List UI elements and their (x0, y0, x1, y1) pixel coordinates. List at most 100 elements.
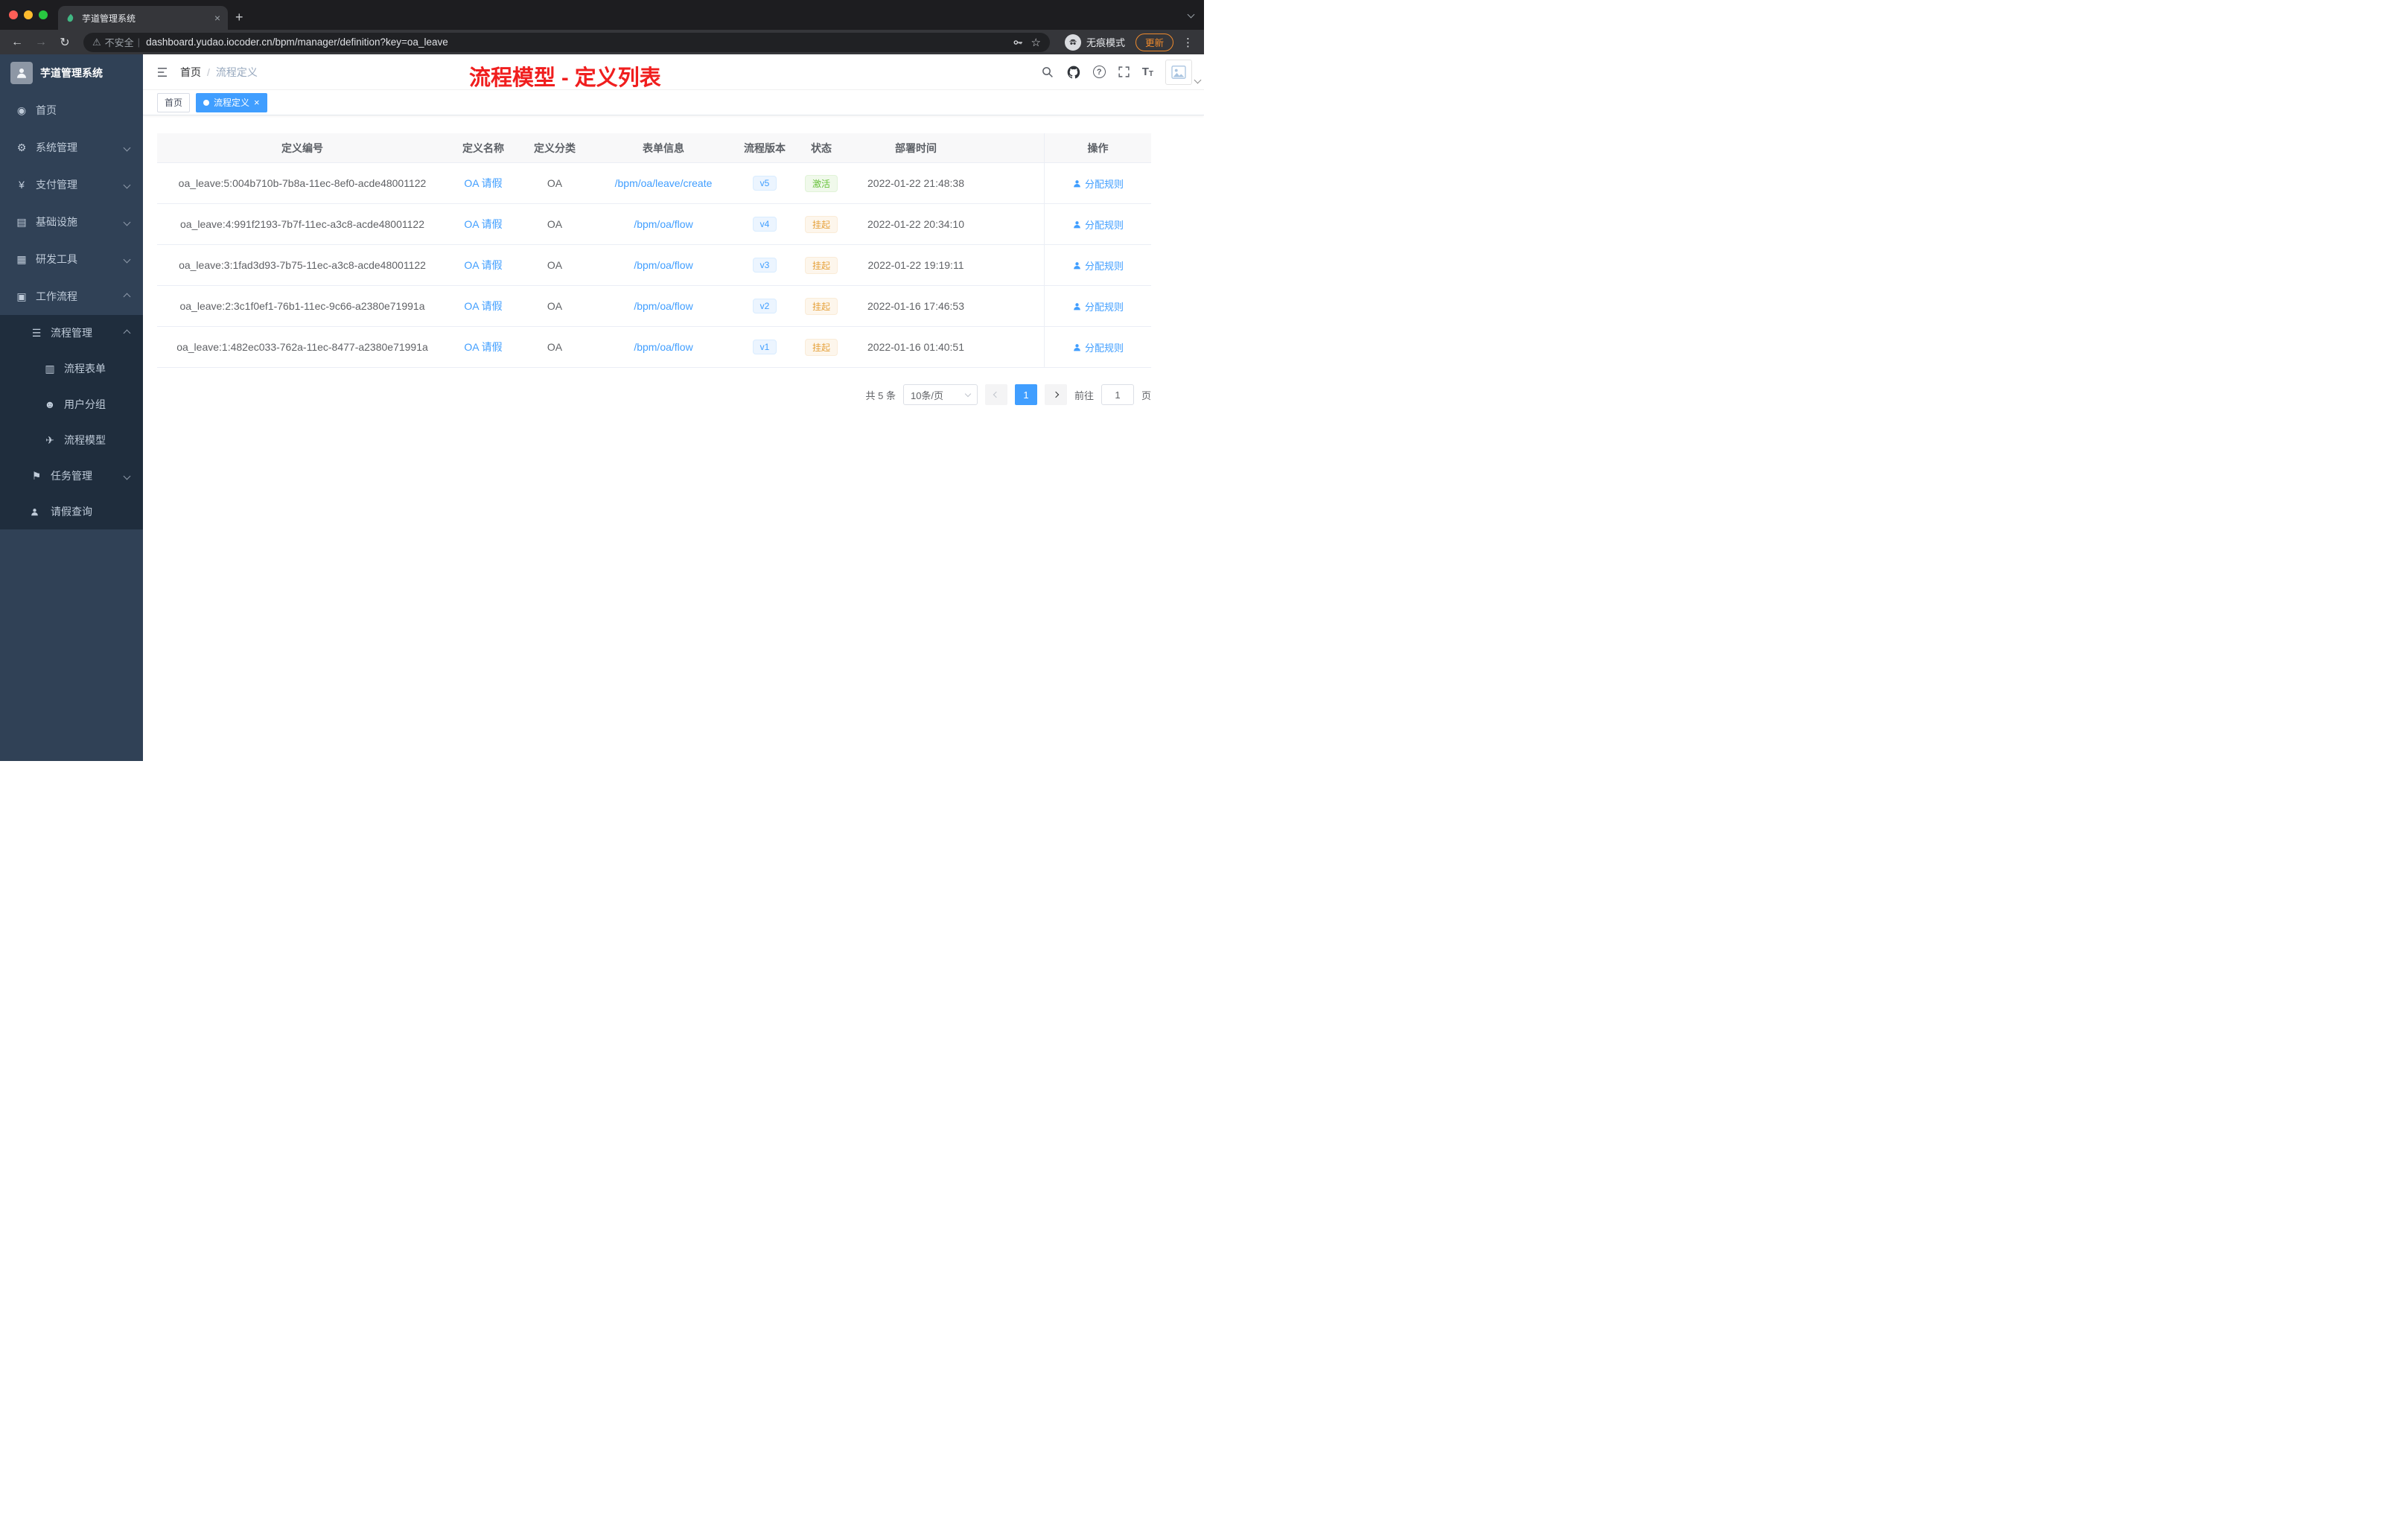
cell-form-info: /bpm/oa/flow (590, 341, 736, 353)
chevron-up-icon (123, 329, 131, 337)
back-button[interactable]: ← (7, 36, 27, 49)
chevron-down-icon (1194, 76, 1202, 83)
cell-status: 激活 (793, 174, 850, 192)
cell-version: v3 (736, 258, 793, 273)
assign-rule-link[interactable]: 分配规则 (1072, 340, 1124, 354)
breadcrumb-home[interactable]: 首页 (180, 65, 201, 80)
chevron-up-icon (123, 293, 131, 300)
document-icon: ▥ (45, 362, 55, 375)
page-content: 定义编号 定义名称 定义分类 表单信息 流程版本 状态 部署时间 操作 oa_l… (143, 115, 1204, 761)
page-1-button[interactable]: 1 (1014, 384, 1037, 405)
breadcrumb: 首页 / 流程定义 (180, 65, 258, 80)
hamburger-collapse-icon[interactable] (155, 66, 170, 79)
sidebar-item-user-group[interactable]: ☻ 用户分组 (0, 386, 143, 422)
page-size-select[interactable]: 10条/页 (902, 384, 978, 405)
screen: 芋道管理系统 × + ← → ↻ ⚠ 不安全 | dashboard.yudao… (0, 0, 1204, 761)
list-icon: ☰ (31, 326, 42, 339)
user-avatar[interactable] (1165, 59, 1202, 85)
app-header: 首页 / 流程定义 流程模型 - 定义列表 ? T T (143, 54, 1204, 90)
browser-update-button[interactable]: 更新 (1135, 33, 1173, 51)
forward-button[interactable]: → (31, 36, 51, 49)
assign-rule-link[interactable]: 分配规则 (1072, 258, 1124, 273)
sidebar-item-process-management[interactable]: ☰ 流程管理 (0, 315, 143, 351)
assign-rule-link[interactable]: 分配规则 (1072, 299, 1124, 313)
tab-search-chevron-icon[interactable] (1187, 7, 1195, 21)
sidebar-item-process-form[interactable]: ▥ 流程表单 (0, 351, 143, 386)
definition-name-link[interactable]: OA 请假 (464, 177, 502, 189)
url-text[interactable]: dashboard.yudao.iocoder.cn/bpm/manager/d… (146, 36, 1005, 48)
address-bar[interactable]: ⚠ 不安全 | dashboard.yudao.iocoder.cn/bpm/m… (83, 32, 1050, 52)
sidebar-item-infrastructure[interactable]: ▤ 基础设施 (0, 203, 143, 241)
tab-close-icon[interactable]: × (214, 13, 220, 23)
sidebar-item-devtools[interactable]: ▦ 研发工具 (0, 241, 143, 278)
cell-deploy-time: 2022-01-22 20:34:10 (867, 218, 964, 230)
prev-page-button[interactable] (984, 384, 1007, 405)
briefcase-icon: ▣ (16, 290, 27, 302)
status-badge: 挂起 (804, 297, 838, 315)
dashboard-icon: ◉ (16, 104, 27, 116)
security-chip[interactable]: ⚠ 不安全 | (92, 35, 140, 49)
cell-status: 挂起 (793, 338, 850, 356)
cell-definition-name: OA 请假 (447, 217, 519, 232)
tag-close-icon[interactable]: × (254, 98, 260, 107)
window-zoom-button[interactable] (39, 10, 48, 19)
tag-home[interactable]: 首页 (157, 92, 191, 112)
cell-form-info: /bpm/oa/leave/create (590, 177, 736, 189)
warning-icon: ⚠ (92, 36, 101, 48)
chevron-down-icon (123, 181, 131, 188)
version-badge: v3 (752, 258, 777, 273)
col-form-info: 表单信息 (643, 141, 684, 154)
tag-process-definition[interactable]: 流程定义 × (196, 92, 267, 112)
password-key-icon[interactable] (1012, 36, 1024, 48)
form-link[interactable]: /bpm/oa/flow (634, 218, 692, 230)
font-size-icon[interactable]: T T (1142, 66, 1153, 78)
form-link[interactable]: /bpm/oa/flow (634, 300, 692, 312)
new-tab-button[interactable]: + (235, 10, 243, 25)
cell-version: v1 (736, 340, 793, 354)
cell-deploy-time: 2022-01-16 17:46:53 (867, 300, 964, 312)
assign-rule-link[interactable]: 分配规则 (1072, 217, 1124, 232)
github-icon[interactable] (1066, 65, 1081, 80)
sidebar-item-task-management[interactable]: ⚑ 任务管理 (0, 458, 143, 494)
definition-name-link[interactable]: OA 请假 (464, 218, 502, 230)
page-size-value: 10条/页 (910, 389, 944, 401)
form-link[interactable]: /bpm/oa/leave/create (615, 177, 713, 189)
sidebar-item-leave-query[interactable]: 请假查询 (0, 494, 143, 529)
chevron-down-icon (964, 390, 972, 397)
definition-name-link[interactable]: OA 请假 (464, 259, 502, 271)
browser-menu-icon[interactable]: ⋮ (1182, 36, 1194, 49)
tag-label: 流程定义 (214, 98, 250, 108)
cell-form-info: /bpm/oa/flow (590, 300, 736, 312)
form-link[interactable]: /bpm/oa/flow (634, 341, 692, 353)
assign-rule-link[interactable]: 分配规则 (1072, 176, 1124, 191)
help-icon[interactable]: ? (1092, 66, 1106, 78)
fullscreen-icon[interactable] (1118, 66, 1130, 78)
window-minimize-button[interactable] (24, 10, 33, 19)
gear-icon: ⚙ (16, 141, 27, 153)
sidebar-item-process-model[interactable]: ✈ 流程模型 (0, 422, 143, 458)
cell-actions: 分配规则 (1044, 204, 1151, 244)
sidebar-item-payment[interactable]: ¥ 支付管理 (0, 166, 143, 203)
cell-category: OA (547, 341, 563, 353)
definition-name-link[interactable]: OA 请假 (464, 300, 502, 312)
definition-table: 定义编号 定义名称 定义分类 表单信息 流程版本 状态 部署时间 操作 oa_l… (157, 133, 1151, 368)
cell-definition-id: oa_leave:3:1fad3d93-7b75-11ec-a3c8-acde4… (179, 259, 426, 271)
sidebar-logo[interactable]: 芋道管理系统 (0, 54, 143, 92)
goto-label: 前往 (1074, 389, 1094, 401)
window-close-button[interactable] (9, 10, 18, 19)
form-link[interactable]: /bpm/oa/flow (634, 259, 692, 271)
reload-button[interactable]: ↻ (55, 35, 74, 50)
person-icon (1074, 261, 1080, 269)
goto-page-input[interactable] (1101, 384, 1134, 405)
person-icon (1074, 302, 1080, 310)
bookmark-star-icon[interactable]: ☆ (1031, 36, 1041, 49)
sidebar-item-system[interactable]: ⚙ 系统管理 (0, 129, 143, 166)
search-icon[interactable] (1041, 66, 1054, 79)
next-page-button[interactable] (1044, 384, 1067, 405)
definition-name-link[interactable]: OA 请假 (464, 341, 502, 353)
person-icon (1074, 179, 1080, 187)
browser-tab[interactable]: 芋道管理系统 × (58, 6, 228, 30)
annotation-title: 流程模型 - 定义列表 (469, 66, 661, 90)
sidebar-item-home[interactable]: ◉ 首页 (0, 92, 143, 129)
sidebar-item-workflow[interactable]: ▣ 工作流程 (0, 278, 143, 315)
